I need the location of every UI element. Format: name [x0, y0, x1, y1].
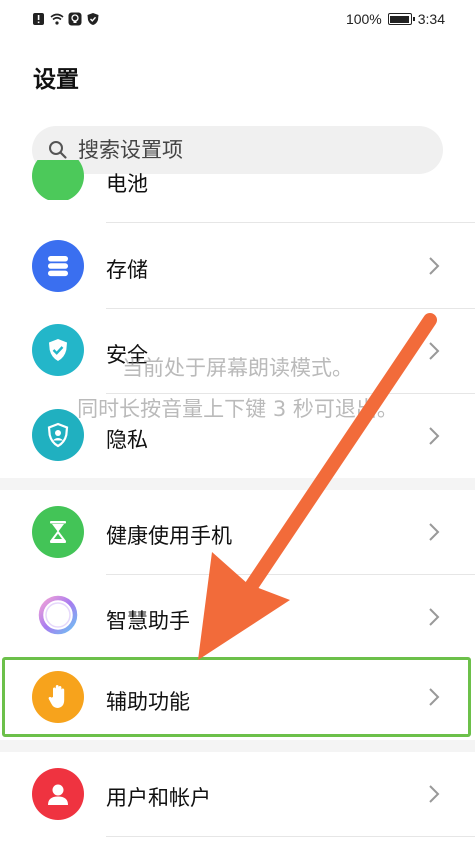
settings-item-smart-assistant[interactable]: 智慧助手	[0, 575, 475, 659]
section-gap	[0, 478, 475, 490]
chevron-right-icon	[429, 785, 440, 803]
chevron-right-icon	[429, 608, 440, 626]
search-icon	[49, 141, 67, 159]
divider	[106, 836, 475, 837]
status-bar: 100% 3:34	[0, 0, 475, 40]
settings-item-label: 电池	[106, 172, 148, 196]
screen-reader-notice-line2: 同时长按音量上下键 3 秒可退出。	[77, 397, 398, 421]
battery-icon	[32, 160, 84, 200]
screen-reader-notice-line1: 当前处于屏幕朗读模式。	[122, 356, 353, 380]
user-icon	[32, 768, 84, 820]
status-icons-right: 100% 3:34	[346, 11, 445, 27]
highlight-box	[2, 657, 471, 737]
wifi-icon	[50, 13, 64, 25]
settings-item-label: 健康使用手机	[106, 524, 232, 548]
settings-item-label: 存储	[106, 258, 148, 282]
bulb-icon	[68, 12, 82, 26]
alert-icon	[33, 13, 44, 25]
battery-status-icon	[387, 13, 415, 25]
shield-status-icon	[87, 13, 99, 25]
storage-icon	[32, 240, 84, 292]
status-icons-left	[32, 12, 100, 26]
settings-item-battery[interactable]: 电池	[0, 160, 475, 200]
hourglass-icon	[32, 506, 84, 558]
chevron-right-icon	[429, 427, 440, 445]
settings-item-label: 用户和帐户	[106, 786, 211, 810]
section-gap	[0, 740, 475, 752]
chevron-right-icon	[429, 257, 440, 275]
assistant-icon	[32, 589, 84, 641]
divider	[106, 222, 475, 223]
battery-percent: 100%	[345, 11, 382, 27]
chevron-right-icon	[429, 523, 440, 541]
settings-item-users-accounts[interactable]: 用户和帐户	[0, 752, 475, 836]
settings-item-label: 智慧助手	[106, 609, 190, 633]
settings-item-digital-balance[interactable]: 健康使用手机	[0, 490, 475, 574]
clock: 3:34	[417, 11, 445, 27]
settings-item-label: 隐私	[106, 428, 148, 452]
settings-item-storage[interactable]: 存储	[0, 224, 475, 308]
page-title: 设置	[33, 67, 79, 93]
